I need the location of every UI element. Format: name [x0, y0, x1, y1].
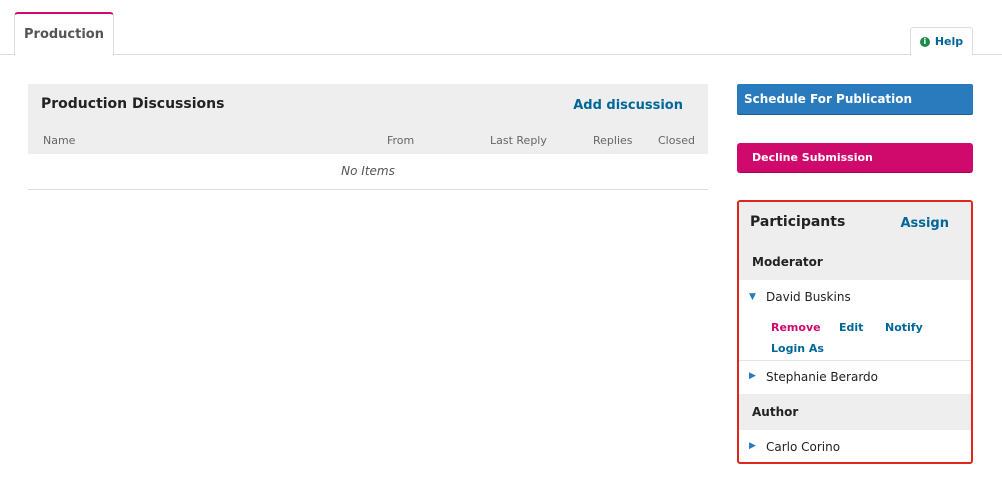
decline-submission-button[interactable]: Decline Submission: [737, 143, 973, 172]
assign-link[interactable]: Assign: [900, 216, 949, 231]
participant-carlo-corino[interactable]: ▶ Carlo Corino: [739, 430, 971, 462]
column-closed: Closed: [658, 134, 695, 147]
info-icon: i: [919, 36, 930, 47]
participants-title: Participants: [750, 214, 846, 230]
help-label: Help: [934, 35, 964, 48]
grid-body: No Items: [28, 154, 708, 189]
role-moderator: Moderator: [752, 255, 823, 269]
edit-link[interactable]: Edit: [839, 321, 863, 334]
column-replies: Replies: [593, 134, 633, 147]
schedule-label: Schedule For Publication: [744, 92, 913, 106]
participants-panel: Participants Assign Moderator ▼ David Bu…: [737, 200, 973, 464]
caret-right-icon[interactable]: ▶: [749, 371, 756, 381]
caret-down-icon[interactable]: ▼: [749, 292, 756, 302]
tab-bar: [0, 0, 1002, 55]
decline-label: Decline Submission: [752, 151, 873, 164]
help-button[interactable]: i Help: [910, 27, 973, 55]
role-author: Author: [752, 405, 799, 419]
add-discussion-link[interactable]: Add discussion: [573, 98, 683, 113]
author-group-header: Author: [739, 394, 971, 430]
participant-stephanie-berardo[interactable]: ▶ Stephanie Berardo: [739, 361, 971, 394]
tab-production-label: Production: [24, 27, 104, 42]
empty-message: No Items: [341, 164, 395, 178]
column-name: Name: [43, 134, 76, 147]
tab-production[interactable]: Production: [14, 12, 114, 55]
column-last-reply: Last Reply: [490, 134, 547, 147]
production-discussions-grid: Production Discussions Add discussion Na…: [28, 84, 708, 190]
schedule-for-publication-button[interactable]: Schedule For Publication: [737, 84, 973, 114]
participants-header: Participants Assign Moderator: [739, 202, 971, 280]
login-as-link[interactable]: Login As: [771, 342, 824, 355]
tab-cover: [15, 54, 113, 56]
participant-name: Carlo Corino: [766, 440, 841, 454]
column-from: From: [387, 134, 415, 147]
participant-name: Stephanie Berardo: [766, 370, 879, 384]
remove-link[interactable]: Remove: [771, 321, 821, 334]
grid-header: Production Discussions Add discussion Na…: [28, 84, 708, 154]
participant-name: David Buskins: [766, 290, 851, 304]
notify-link[interactable]: Notify: [885, 321, 923, 334]
participant-david-buskins[interactable]: ▼ David Buskins Remove Edit Notify Login…: [739, 280, 971, 360]
grid-title: Production Discussions: [41, 96, 225, 112]
caret-right-icon[interactable]: ▶: [749, 441, 756, 451]
